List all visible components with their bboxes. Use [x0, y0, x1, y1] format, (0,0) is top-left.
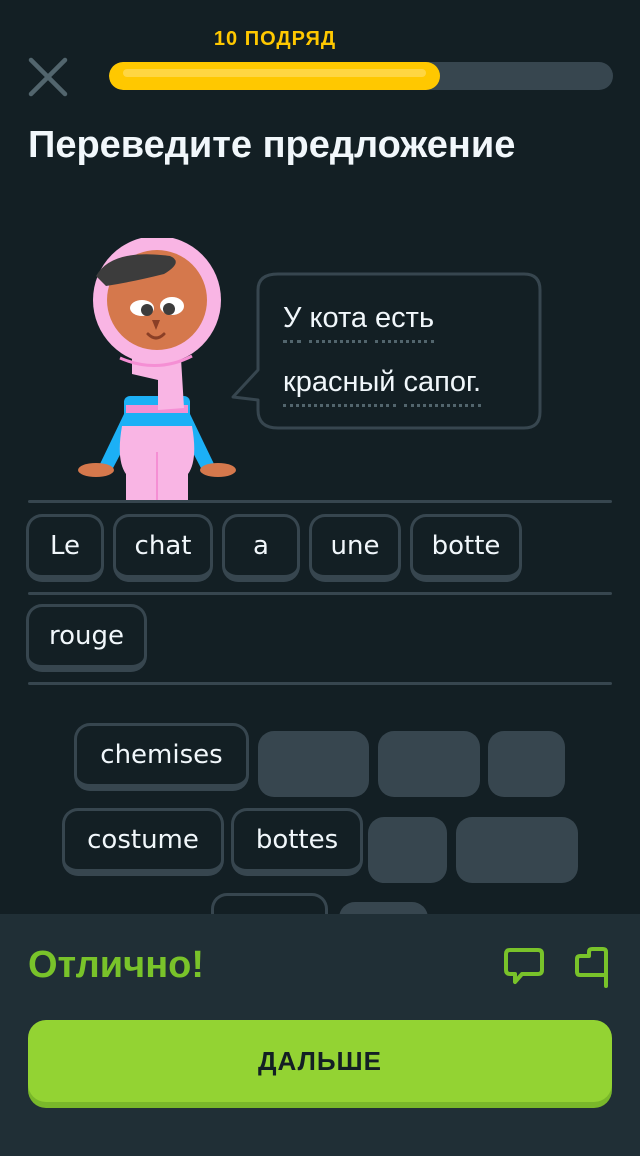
answer-line	[28, 500, 612, 503]
flag-icon	[575, 947, 608, 988]
comment-icon	[504, 948, 544, 984]
streak-label: 10 ПОДРЯД	[213, 28, 337, 50]
word-bank-slot-used	[258, 731, 369, 797]
answer-line	[28, 592, 612, 595]
close-button[interactable]	[26, 55, 70, 99]
answer-tile[interactable]: rouge	[26, 604, 147, 672]
prompt-line-1: Укота есть	[283, 302, 435, 343]
word-bank-slot-used	[378, 731, 480, 797]
word-bank-tile[interactable]: chemises	[74, 723, 249, 791]
prompt-word[interactable]: сапог.	[403, 366, 481, 407]
word-bank-slot-used	[456, 817, 578, 883]
feedback-message: Отлично!	[28, 944, 205, 986]
page-title: Переведите предложение	[28, 124, 516, 166]
word-bank-tile[interactable]: costume	[62, 808, 224, 876]
answer-tile[interactable]: botte	[410, 514, 522, 582]
prompt-line-2: красный сапог.	[283, 366, 481, 407]
speech-bubble	[230, 270, 544, 432]
prompt-word[interactable]: кота	[309, 302, 367, 343]
answer-tile[interactable]: chat	[113, 514, 213, 582]
prompt-word[interactable]: У	[283, 302, 302, 343]
answer-tile[interactable]: a	[222, 514, 300, 582]
continue-button[interactable]: ДАЛЬШЕ	[28, 1020, 612, 1102]
comment-button[interactable]	[502, 944, 546, 988]
word-bank-tile[interactable]: bottes	[231, 808, 363, 876]
close-icon	[28, 57, 68, 97]
progress-shine	[123, 69, 427, 77]
answer-line	[28, 682, 612, 685]
report-button[interactable]	[572, 944, 616, 988]
answer-tile[interactable]: Le	[26, 514, 104, 582]
character-illustration	[72, 236, 242, 502]
word-bank-slot-used	[488, 731, 565, 797]
lesson-progress-bar	[109, 62, 613, 90]
lesson-progress-fill	[109, 62, 441, 90]
answer-tile[interactable]: une	[309, 514, 401, 582]
prompt-word[interactable]: красный	[283, 366, 396, 407]
word-bank-slot-used	[368, 817, 447, 883]
prompt-word[interactable]: есть	[375, 302, 435, 343]
